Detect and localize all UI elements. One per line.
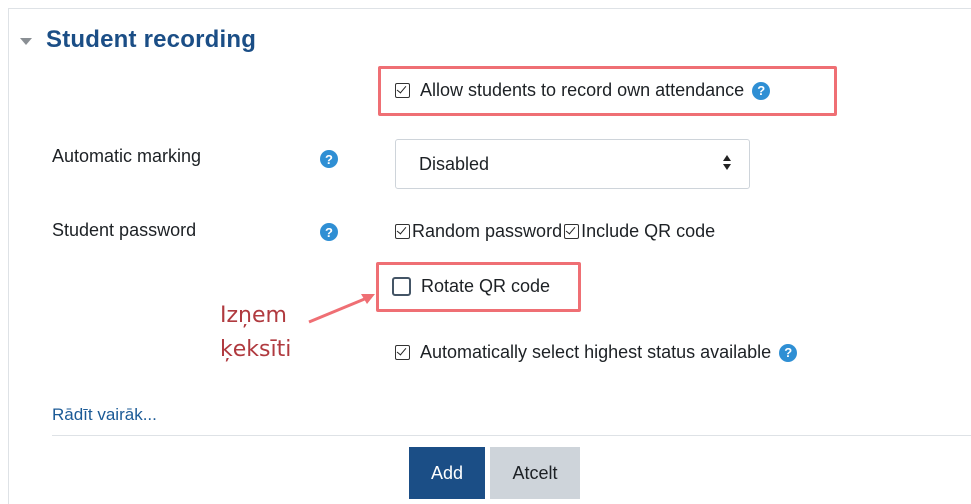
auto-highest-label: Automatically select highest status avai… — [420, 342, 772, 362]
automatic-marking-help-icon[interactable]: ? — [320, 150, 338, 168]
allow-self-record-row: Allow students to record own attendance … — [395, 80, 771, 101]
student-password-options: Random password Include QR code — [395, 221, 715, 242]
cancel-button[interactable]: Atcelt — [490, 447, 580, 499]
divider — [52, 435, 971, 436]
annotation-line-1: Izņem — [220, 303, 287, 328]
allow-self-record-label: Allow students to record own attendance — [420, 80, 745, 100]
annotation-line-2: ķeksīti — [220, 337, 292, 362]
auto-highest-row: Automatically select highest status avai… — [395, 342, 798, 363]
section-title: Student recording — [46, 26, 257, 53]
allow-self-record-checkbox[interactable] — [395, 83, 410, 98]
student-password-label: Student password — [52, 220, 197, 240]
annotation-text: Izņem ķeksīti — [220, 299, 291, 367]
help-icon[interactable]: ? — [752, 81, 771, 100]
rotate-qr-checkbox[interactable] — [392, 277, 411, 296]
show-more-link[interactable]: Rādīt vairāk... — [52, 405, 157, 425]
select-arrows-icon — [723, 155, 731, 170]
section-header[interactable]: Student recording — [20, 26, 256, 54]
automatic-marking-select[interactable]: Disabled — [395, 139, 750, 189]
include-qr-checkbox[interactable] — [564, 224, 580, 239]
student-password-help-icon[interactable]: ? — [320, 223, 338, 241]
add-button[interactable]: Add — [409, 447, 485, 499]
annotation-arrow-icon — [308, 294, 375, 324]
auto-highest-help-icon[interactable]: ? — [779, 343, 798, 362]
include-qr-label: Include QR code — [581, 221, 716, 241]
automatic-marking-selected: Disabled — [419, 153, 490, 174]
rotate-qr-row: Rotate QR code — [392, 276, 550, 297]
random-password-label: Random password — [412, 221, 563, 241]
random-password-checkbox[interactable] — [395, 224, 410, 239]
collapse-caret-icon[interactable] — [20, 37, 32, 45]
automatic-marking-label: Automatic marking — [52, 146, 202, 166]
auto-highest-checkbox[interactable] — [395, 345, 410, 360]
rotate-qr-label: Rotate QR code — [421, 276, 551, 296]
